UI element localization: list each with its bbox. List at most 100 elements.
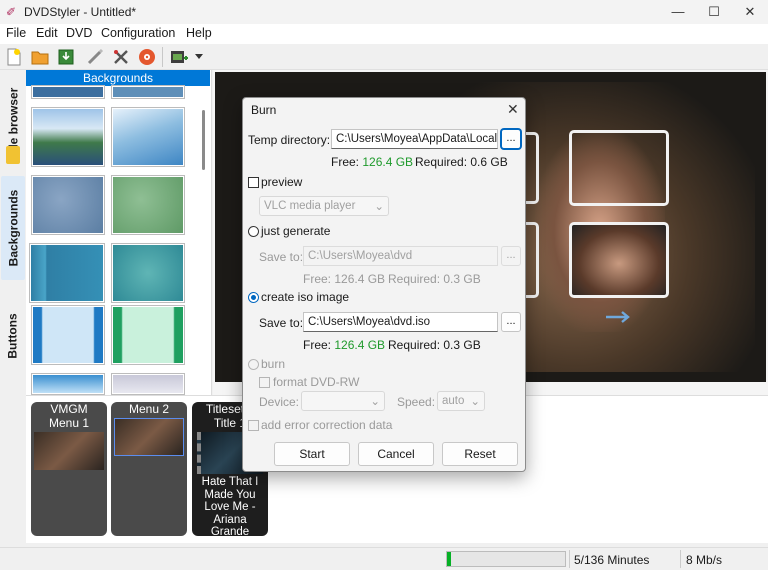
minimize-button[interactable]: — (660, 0, 696, 24)
menu-help[interactable]: Help (186, 26, 212, 40)
iso-save-to-field[interactable]: C:\Users\Moyea\dvd.iso (303, 312, 498, 332)
disc-usage-progress-fill (447, 552, 451, 566)
tab-buttons[interactable]: Buttons (1, 284, 25, 388)
preview-player-select[interactable]: VLC media player ⌄ (259, 196, 389, 216)
free-space-label: Free: 126.4 GB (331, 155, 413, 169)
cancel-button[interactable]: Cancel (358, 442, 434, 466)
tab-backgrounds-label: Backgrounds (6, 189, 20, 267)
background-thumbnail[interactable] (32, 176, 104, 234)
dropdown-arrow-icon[interactable] (192, 46, 206, 68)
start-button[interactable]: Start (274, 442, 350, 466)
status-bar: 5/136 Minutes 8 Mb/s (0, 547, 768, 570)
required-space-label: Required: 0.6 GB (415, 155, 508, 169)
side-tab-strip: File browser Backgrounds Buttons (0, 70, 26, 395)
background-thumbnail[interactable] (32, 108, 104, 166)
status-separator (680, 550, 681, 568)
temp-directory-browse-button[interactable]: ... (501, 129, 521, 149)
minutes-used-label: 5/136 Minutes (574, 553, 650, 567)
temp-directory-field[interactable]: C:\Users\Moyea\AppData\Local\Temp (331, 129, 498, 149)
generate-save-to-label: Save to: (259, 250, 304, 264)
background-thumbnail[interactable] (112, 176, 184, 234)
folder-icon (6, 146, 20, 164)
toolbar-separator (162, 47, 163, 67)
title-bar: ✐ DVDStyler - Untitled* — ☐ ✕ (0, 0, 768, 24)
iso-browse-button[interactable]: ... (501, 312, 521, 332)
preview-player-value: VLC media player (264, 200, 356, 212)
menu-card-label: Menu 1 (48, 416, 90, 430)
dialog-title: Burn (251, 103, 277, 117)
menu-button-frame[interactable] (569, 222, 669, 298)
burn-dialog: Burn ✕ Temp directory: C:\Users\Moyea\Ap… (242, 97, 526, 472)
disc-usage-progress (446, 551, 566, 567)
add-film-icon[interactable] (168, 46, 190, 68)
background-thumbnail[interactable] (112, 374, 184, 394)
menu-file[interactable]: File (6, 26, 26, 40)
tab-buttons-label: Buttons (6, 313, 21, 359)
error-correction-checkbox[interactable] (248, 420, 259, 431)
burn-icon[interactable] (136, 46, 158, 68)
just-generate-label: just generate (261, 224, 331, 238)
speed-label: Speed: (397, 395, 436, 409)
speed-select[interactable]: auto ⌄ (437, 391, 485, 411)
format-dvd-rw-checkbox[interactable] (259, 377, 270, 388)
menu-edit[interactable]: Edit (36, 26, 58, 40)
menu-card-header: VMGM (50, 402, 88, 416)
background-thumbnail[interactable] (112, 244, 184, 302)
menu-card-thumbnail (114, 418, 184, 456)
menu-2-card[interactable]: Menu 2 (111, 402, 187, 536)
chevron-down-icon: ⌄ (370, 396, 380, 408)
iso-free-space-label: Free: 126.4 GB (303, 338, 385, 352)
device-select[interactable]: ⌄ (301, 391, 385, 411)
title-card-caption: Hate That I Made You Love Me - Ariana Gr… (201, 476, 259, 536)
menu-button-frame[interactable] (569, 130, 669, 206)
generate-free-space-label: Free: 126.4 GB (303, 272, 386, 286)
settings-icon[interactable] (110, 46, 132, 68)
device-label: Device: (259, 395, 300, 409)
free-space-value: 126.4 GB (362, 155, 414, 169)
dialog-close-button[interactable]: ✕ (507, 101, 519, 118)
background-thumbnail[interactable] (112, 108, 184, 166)
tab-backgrounds[interactable]: Backgrounds (1, 176, 25, 280)
new-file-icon[interactable] (3, 46, 25, 68)
generate-save-to-field[interactable]: C:\Users\Moyea\dvd (303, 246, 498, 266)
background-thumbnail[interactable] (32, 86, 104, 98)
background-thumbnail[interactable] (112, 86, 184, 98)
background-thumbnail[interactable] (112, 306, 184, 364)
create-iso-label: create iso image (261, 290, 350, 304)
iso-free-space-value: 126.4 GB (334, 338, 386, 352)
free-label-text: Free: (331, 155, 360, 169)
create-iso-radio[interactable] (248, 292, 259, 303)
temp-directory-label: Temp directory: (248, 133, 331, 147)
toolbar (0, 44, 768, 70)
bitrate-label: 8 Mb/s (686, 553, 723, 567)
backgrounds-scrollbar[interactable] (202, 110, 205, 170)
burn-radio[interactable] (248, 359, 259, 370)
iso-required-label: Required: 0.3 GB (388, 338, 481, 352)
reset-button[interactable]: Reset (442, 442, 518, 466)
maximize-button[interactable]: ☐ (696, 0, 732, 24)
close-window-button[interactable]: ✕ (732, 0, 768, 24)
background-thumbnail[interactable] (32, 374, 104, 394)
menu-card-label: Menu 2 (128, 402, 170, 416)
burn-label: burn (261, 357, 286, 371)
menu-dvd[interactable]: DVD (66, 26, 92, 40)
generate-browse-button[interactable]: ... (501, 246, 521, 266)
speed-value: auto (442, 395, 465, 407)
save-icon[interactable] (55, 46, 77, 68)
iso-save-to-label: Save to: (259, 316, 304, 330)
error-correction-label: add error correction data (261, 418, 393, 432)
vmgm-menu-card[interactable]: VMGM Menu 1 (31, 402, 107, 536)
next-arrow-icon[interactable] (605, 310, 633, 324)
just-generate-radio[interactable] (248, 226, 259, 237)
preview-checkbox[interactable] (248, 177, 259, 188)
preview-label: preview (261, 175, 303, 189)
open-folder-icon[interactable] (29, 46, 51, 68)
background-thumbnail[interactable] (30, 244, 104, 302)
wand-icon[interactable] (84, 46, 106, 68)
background-thumbnail[interactable] (32, 306, 104, 364)
status-separator (569, 550, 570, 568)
menu-configuration[interactable]: Configuration (101, 26, 175, 40)
menu-bar: File Edit DVD Configuration Help (0, 24, 768, 44)
menu-card-thumbnail (34, 432, 104, 470)
backgrounds-header: Backgrounds (26, 70, 210, 86)
